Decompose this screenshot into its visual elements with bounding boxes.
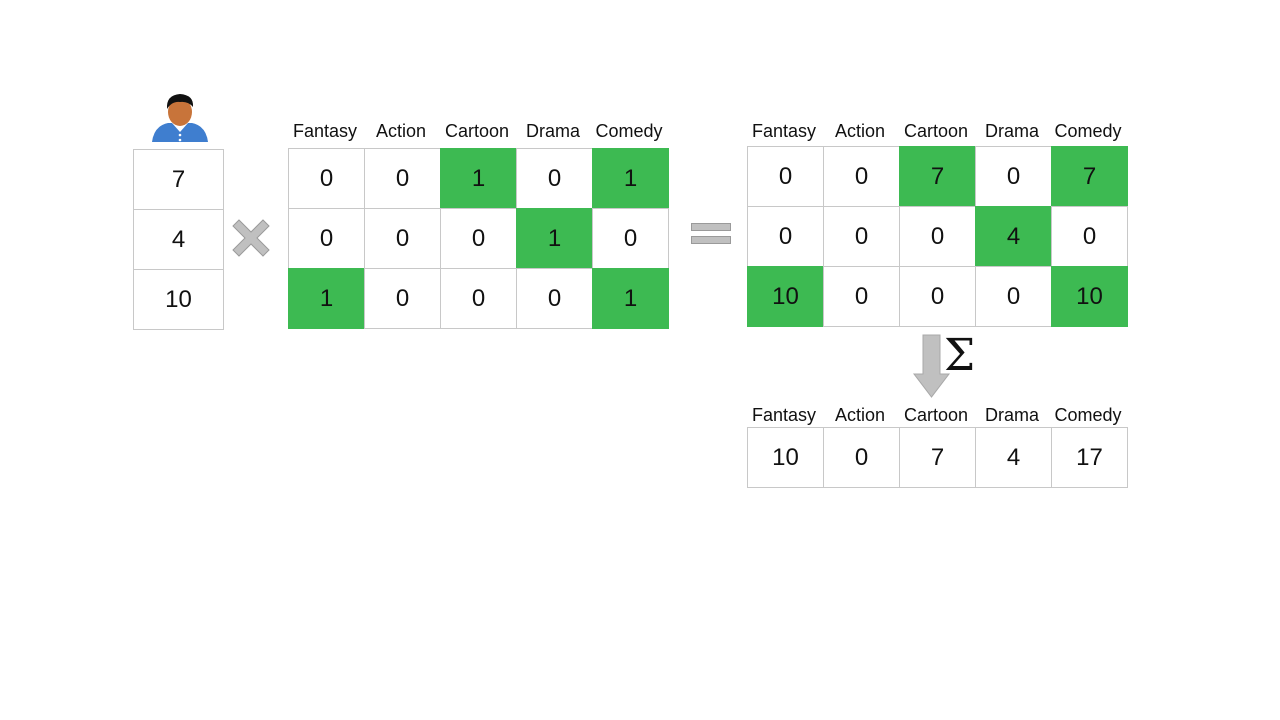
weighted-matrix-cell: 0 <box>975 266 1052 327</box>
weighted-matrix-cell: 0 <box>747 206 824 267</box>
user-rating-cell: 10 <box>133 269 224 330</box>
user-avatar-icon <box>152 94 208 142</box>
sum-header-drama: Drama <box>984 405 1039 425</box>
weighted-matrix-cell: 10 <box>1051 266 1128 327</box>
item-matrix-cell: 0 <box>440 268 517 329</box>
sum-header-comedy: Comedy <box>1054 405 1122 425</box>
equals-bar-top <box>691 223 731 231</box>
weighted-matrix-cell: 0 <box>823 206 900 267</box>
weighted-header-cartoon: Cartoon <box>903 121 969 141</box>
item-header-cartoon: Cartoon <box>444 121 510 141</box>
weighted-matrix-cell: 0 <box>975 146 1052 207</box>
item-matrix-cell: 0 <box>516 148 593 209</box>
weighted-matrix-cell: 0 <box>823 266 900 327</box>
sum-row-cell: 4 <box>975 427 1052 488</box>
weighted-matrix-cell: 0 <box>823 146 900 207</box>
item-matrix-cell: 0 <box>440 208 517 269</box>
item-matrix-cell: 0 <box>288 148 365 209</box>
item-matrix-cell: 0 <box>592 208 669 269</box>
user-rating-cell: 4 <box>133 209 224 270</box>
item-header-fantasy: Fantasy <box>292 121 358 141</box>
weighted-header-comedy: Comedy <box>1054 121 1122 141</box>
item-matrix-cell: 1 <box>516 208 593 269</box>
item-matrix-cell: 1 <box>440 148 517 209</box>
item-matrix-cell: 0 <box>364 268 441 329</box>
item-matrix-cell: 0 <box>364 208 441 269</box>
weighted-matrix-cell: 0 <box>747 146 824 207</box>
item-matrix-cell: 1 <box>592 148 669 209</box>
weighted-matrix-cell: 7 <box>1051 146 1128 207</box>
sum-row-cell: 0 <box>823 427 900 488</box>
weighted-matrix-cell: 0 <box>1051 206 1128 267</box>
multiply-icon <box>232 219 270 257</box>
weighted-header-fantasy: Fantasy <box>751 121 817 141</box>
user-rating-cell: 7 <box>133 149 224 210</box>
sum-row-cell: 17 <box>1051 427 1128 488</box>
item-header-action: Action <box>375 121 427 141</box>
weighted-header-drama: Drama <box>984 121 1039 141</box>
item-matrix-cell: 0 <box>364 148 441 209</box>
item-matrix-cell: 1 <box>592 268 669 329</box>
sum-row-cell: 7 <box>899 427 976 488</box>
item-header-comedy: Comedy <box>595 121 663 141</box>
weighted-header-action: Action <box>834 121 886 141</box>
weighted-matrix-cell: 0 <box>899 206 976 267</box>
item-header-drama: Drama <box>525 121 580 141</box>
sum-header-cartoon: Cartoon <box>903 405 969 425</box>
sum-header-action: Action <box>834 405 886 425</box>
sum-header-fantasy: Fantasy <box>751 405 817 425</box>
weighted-matrix-cell: 4 <box>975 206 1052 267</box>
item-matrix-cell: 1 <box>288 268 365 329</box>
equals-bar-bottom <box>691 236 731 244</box>
weighted-matrix-cell: 10 <box>747 266 824 327</box>
item-matrix-cell: 0 <box>288 208 365 269</box>
sum-row-cell: 10 <box>747 427 824 488</box>
item-matrix-cell: 0 <box>516 268 593 329</box>
weighted-matrix-cell: 7 <box>899 146 976 207</box>
sigma-sum-symbol: Σ <box>944 330 976 381</box>
weighted-matrix-cell: 0 <box>899 266 976 327</box>
